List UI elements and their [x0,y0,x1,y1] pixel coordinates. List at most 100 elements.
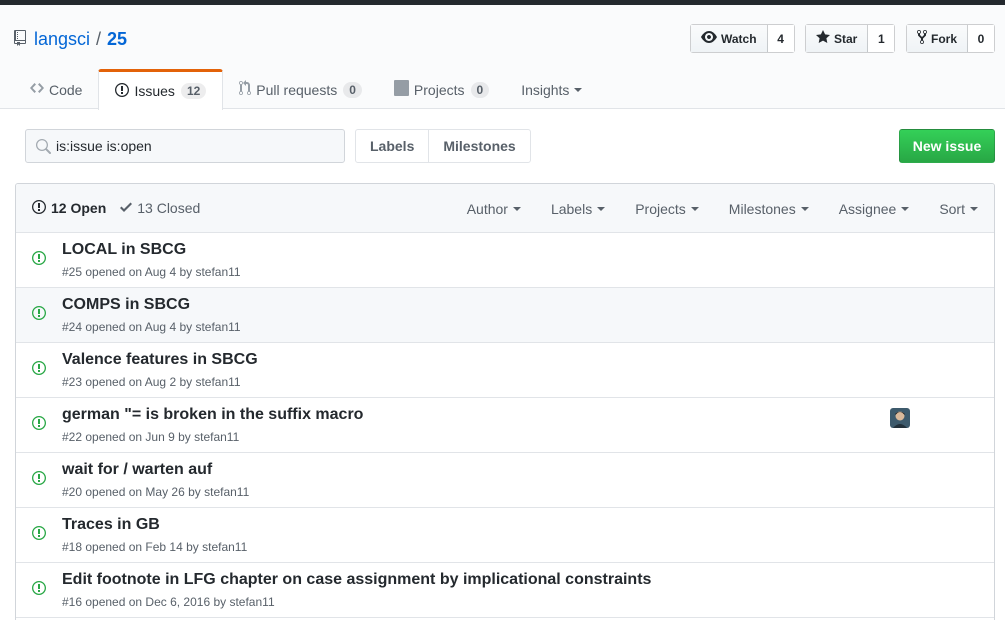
star-icon [816,29,834,48]
issue-opened-icon [32,250,46,269]
watch-label: Watch [721,31,757,46]
issue-opened-icon [32,199,51,218]
eye-icon [701,29,721,48]
issue-title-link[interactable]: Traces in GB [62,516,160,534]
issue-meta: #20 opened on May 26 by stefan11 [62,485,250,499]
repo-icon [14,30,28,48]
issues-list-header: 12 Open 13 Closed Author Labels Projects… [16,184,994,233]
closed-issues-filter[interactable]: 13 Closed [120,199,200,218]
caret-down-icon [512,206,521,211]
milestones-filter[interactable]: Milestones [714,201,824,217]
issues-counter: 12 [180,83,207,99]
issue-meta: #18 opened on Feb 14 by stefan11 [62,540,248,554]
open-issues-filter[interactable]: 12 Open [32,199,106,218]
labels-filter[interactable]: Labels [536,201,620,217]
milestones-link[interactable]: Milestones [429,130,529,162]
issue-row[interactable]: LOCAL in SBCG #25 opened on Aug 4 by ste… [16,233,994,288]
issue-opened-icon [32,360,46,379]
issue-meta: #22 opened on Jun 9 by stefan11 [62,430,240,444]
repo-nav: Code Issues 12 Pull requests 0 Projects … [14,69,598,110]
tab-code-label: Code [49,81,83,98]
repo-header: langsci / 25 Watch 4 Star 1 Fork 0 Code … [0,5,1005,110]
issue-title-link[interactable]: LOCAL in SBCG [62,241,186,259]
issue-opened-icon [32,580,46,599]
tab-code[interactable]: Code [14,69,98,110]
fork-icon [917,29,931,48]
star-button[interactable]: Star [806,25,869,52]
check-icon [120,199,137,218]
pull-requests-counter: 0 [343,81,362,98]
author-filter-label: Author [466,200,508,217]
search-query: is:issue is:open [56,138,152,154]
issue-meta: #25 opened on Aug 4 by stefan11 [62,265,241,279]
caret-down-icon [574,87,583,92]
watch-button[interactable]: Watch [691,25,768,52]
issue-row[interactable]: wait for / warten auf #20 opened on May … [16,453,994,508]
author-filter[interactable]: Author [452,201,536,217]
caret-down-icon [800,206,809,211]
projects-counter: 0 [470,81,490,98]
issue-meta: #23 opened on Aug 2 by stefan11 [62,375,241,389]
caret-down-icon [690,206,699,211]
tab-issues[interactable]: Issues 12 [98,69,224,110]
assignee-avatar[interactable] [890,408,910,428]
closed-count-label: 13 Closed [137,200,201,216]
issues-list: 12 Open 13 Closed Author Labels Projects… [15,183,995,620]
star-button-group: Star 1 [805,24,896,53]
tab-insights-label: Insights [521,81,570,98]
caret-down-icon [970,206,978,211]
projects-filter[interactable]: Projects [620,201,714,217]
issue-title-link[interactable]: Valence features in SBCG [62,351,258,369]
tab-projects[interactable]: Projects 0 [378,69,505,110]
issue-meta: #24 opened on Aug 4 by stefan11 [62,320,241,334]
star-label: Star [834,31,858,46]
open-count-label: 12 Open [51,200,107,216]
issue-row[interactable]: Valence features in SBCG #23 opened on A… [16,343,994,398]
star-count[interactable]: 1 [868,25,895,52]
filter-dropdowns: Author Labels Projects Milestones Assign… [452,184,994,233]
project-icon [393,80,414,99]
issue-meta: #16 opened on Dec 6, 2016 by stefan11 [62,595,275,609]
tab-projects-label: Projects [413,81,465,98]
tab-issues-label: Issues [134,83,175,99]
git-pull-request-icon [239,80,256,99]
labels-link[interactable]: Labels [356,130,430,162]
tab-insights[interactable]: Insights [505,69,598,110]
repo-owner-link[interactable]: langsci [34,29,90,50]
caret-down-icon [597,206,606,211]
fork-button-group: Fork 0 [906,24,996,53]
issue-title-link[interactable]: wait for / warten auf [62,461,212,479]
issue-opened-icon [32,525,46,544]
labels-filter-label: Labels [550,200,593,217]
sort-filter-label: Sort [939,200,965,217]
issue-row[interactable]: german "= is broken in the suffix macro … [16,398,994,453]
fork-count[interactable]: 0 [968,25,995,52]
watch-count[interactable]: 4 [767,25,794,52]
issue-opened-icon [32,470,46,489]
repo-title: langsci / 25 [14,27,127,51]
projects-filter-label: Projects [635,200,686,217]
tab-pull-requests[interactable]: Pull requests 0 [223,69,378,110]
code-icon [30,80,49,99]
repo-name-link[interactable]: 25 [107,29,127,50]
issue-title-link[interactable]: german "= is broken in the suffix macro [62,406,363,424]
issue-title-link[interactable]: COMPS in SBCG [62,296,190,314]
issue-title-link[interactable]: Edit footnote in LFG chapter on case ass… [62,571,651,589]
assignee-filter[interactable]: Assignee [824,201,925,217]
labels-milestones-nav: Labels Milestones [355,129,531,163]
issue-search-input[interactable]: is:issue is:open [25,129,345,163]
issue-row[interactable]: COMPS in SBCG #24 opened on Aug 4 by ste… [16,288,994,343]
issue-opened-icon [32,305,46,324]
issue-row[interactable]: Traces in GB #18 opened on Feb 14 by ste… [16,508,994,563]
fork-label: Fork [931,31,958,46]
assignee-filter-label: Assignee [838,200,897,217]
caret-down-icon [901,206,910,211]
issue-opened-icon [115,82,134,101]
issue-row[interactable]: Edit footnote in LFG chapter on case ass… [16,563,994,618]
sort-filter[interactable]: Sort [924,201,994,217]
new-issue-button[interactable]: New issue [899,129,995,163]
tab-pull-requests-label: Pull requests [256,81,338,98]
milestones-filter-label: Milestones [728,200,796,217]
watch-button-group: Watch 4 [690,24,795,53]
fork-button[interactable]: Fork [907,25,969,52]
